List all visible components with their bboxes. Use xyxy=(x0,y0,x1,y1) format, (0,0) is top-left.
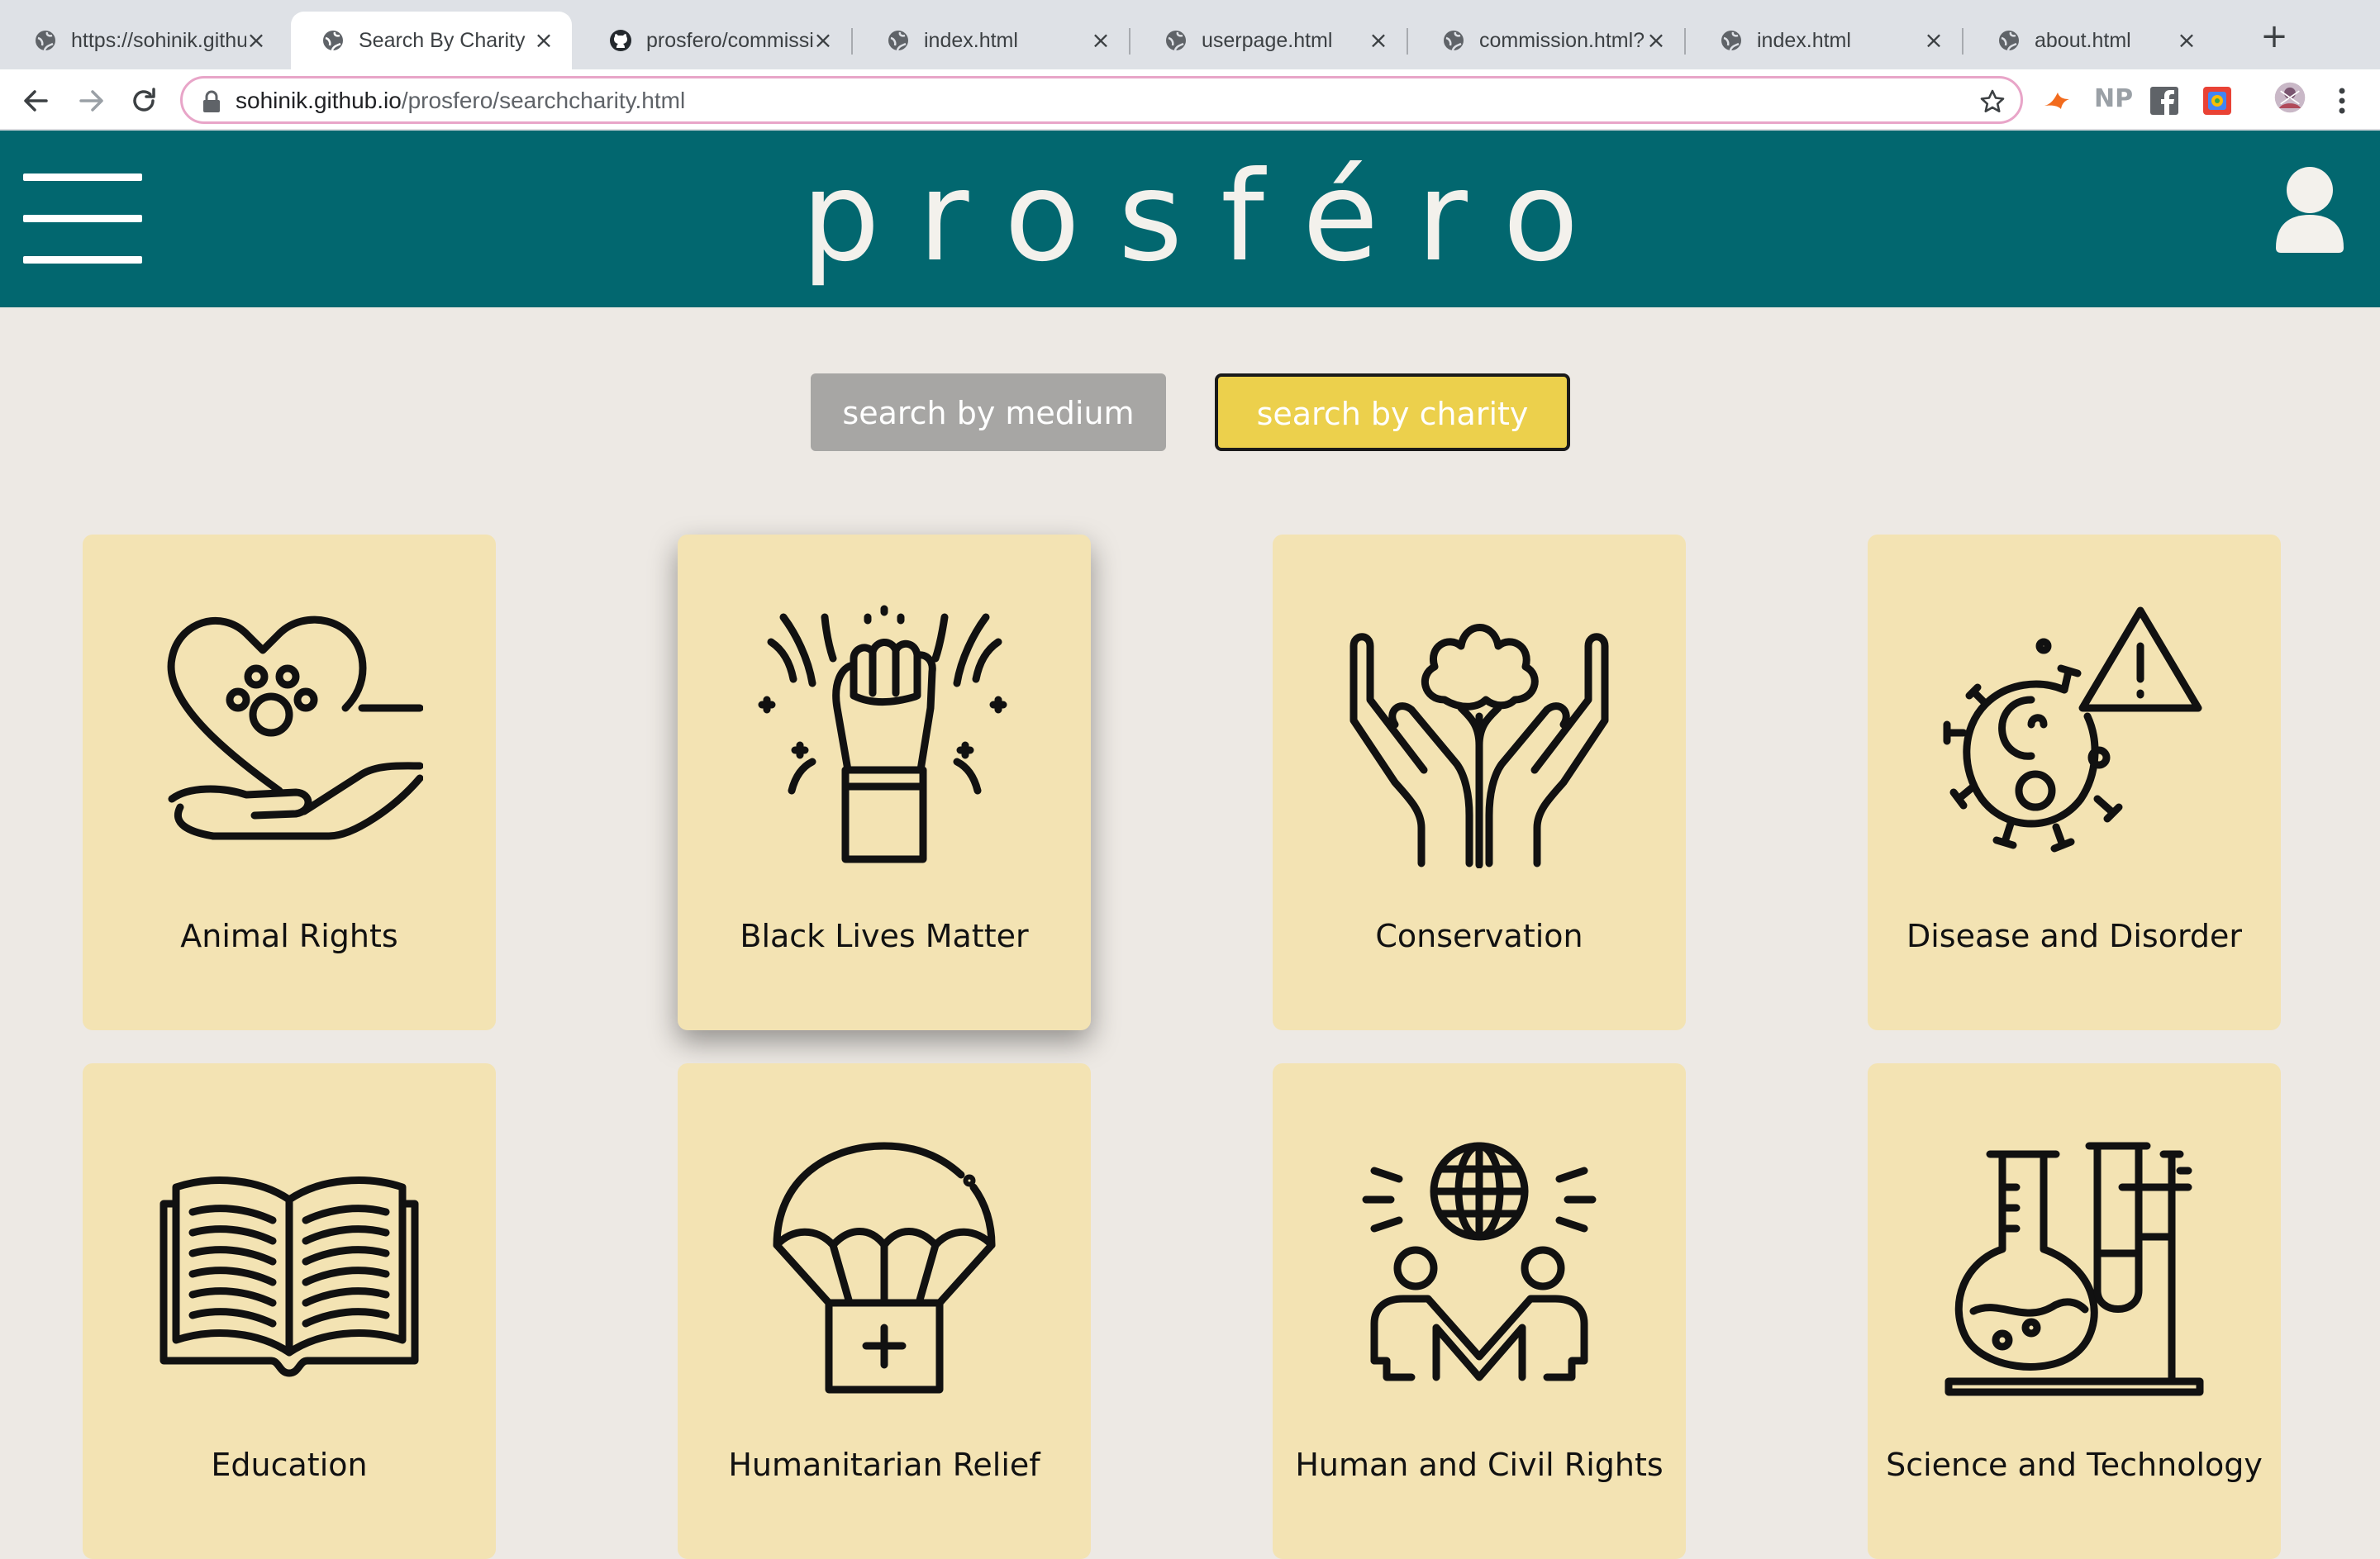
facebook-icon[interactable] xyxy=(2149,84,2180,117)
charity-label: Black Lives Matter xyxy=(740,918,1029,954)
tab-title: userpage.html xyxy=(1202,28,1333,52)
close-icon[interactable]: × xyxy=(2177,29,2197,52)
charity-card-education[interactable]: Education xyxy=(83,1063,496,1559)
close-icon[interactable]: × xyxy=(1924,29,1944,52)
bird-extension-icon[interactable] xyxy=(2041,84,2074,117)
globe-icon xyxy=(888,31,908,51)
tab-title: commission.html? xyxy=(1479,28,1645,52)
browser-tab-1[interactable]: https://sohinik.github.io × xyxy=(3,12,284,69)
flask-test-tube-icon xyxy=(1944,1142,2204,1396)
search-by-medium-button[interactable]: search by medium xyxy=(811,373,1166,451)
browser-tab-3[interactable]: prosfero/commission × xyxy=(578,12,851,69)
close-icon[interactable]: × xyxy=(1368,29,1388,52)
charity-label: Human and Civil Rights xyxy=(1295,1447,1664,1483)
globe-icon xyxy=(1721,31,1741,51)
tab-title: prosfero/commission xyxy=(646,28,813,52)
browser-tab-5[interactable]: userpage.html × xyxy=(1134,12,1407,69)
bookmark-star-icon[interactable] xyxy=(1979,88,2006,115)
close-icon[interactable]: × xyxy=(1091,29,1111,52)
globe-icon xyxy=(1166,31,1186,51)
tab-title: about.html xyxy=(2035,28,2131,52)
charity-label: Conservation xyxy=(1375,918,1583,954)
globe-icon xyxy=(36,31,55,51)
people-globe-icon xyxy=(1362,1142,1597,1381)
forward-arrow-icon[interactable] xyxy=(73,83,109,119)
charity-card-science-and-technology[interactable]: Science and Technology xyxy=(1868,1063,2281,1559)
tab-separator xyxy=(1684,28,1686,55)
tab-separator xyxy=(1129,28,1130,55)
new-tab-button[interactable]: + xyxy=(2258,20,2291,55)
heart-paw-hand-icon xyxy=(167,616,423,840)
close-icon[interactable]: × xyxy=(246,29,266,52)
browser-tab-7[interactable]: index.html × xyxy=(1689,12,1962,69)
more-menu-icon[interactable] xyxy=(2332,84,2352,117)
charity-card-human-and-civil-rights[interactable]: Human and Civil Rights xyxy=(1273,1063,1686,1559)
browser-toolbar: sohinik.github.io/prosfero/searchcharity… xyxy=(0,69,2380,131)
search-by-charity-button[interactable]: search by charity xyxy=(1215,373,1570,451)
browser-tab-8[interactable]: about.html × xyxy=(1967,12,2215,69)
site-header: prosféro xyxy=(0,131,2380,307)
charity-label: Disease and Disorder xyxy=(1906,918,2243,954)
globe-icon xyxy=(1444,31,1464,51)
charity-card-black-lives-matter[interactable]: Black Lives Matter xyxy=(678,535,1091,1030)
github-icon xyxy=(610,30,631,51)
tab-title: index.html xyxy=(1757,28,1851,52)
hands-tree-icon xyxy=(1349,624,1609,868)
charity-card-disease-and-disorder[interactable]: Disease and Disorder xyxy=(1868,535,2281,1030)
tab-separator xyxy=(1407,28,1408,55)
raised-fist-icon xyxy=(758,605,1007,863)
close-icon[interactable]: × xyxy=(534,29,554,52)
globe-icon xyxy=(1999,31,2019,51)
charity-card-animal-rights[interactable]: Animal Rights xyxy=(83,535,496,1030)
url-text: sohinik.github.io/prosfero/searchcharity… xyxy=(236,88,685,114)
np-extension-icon[interactable]: NP xyxy=(2094,83,2133,116)
charity-card-conservation[interactable]: Conservation xyxy=(1273,535,1686,1030)
browser-tab-2[interactable]: Search By Charity × xyxy=(291,12,572,69)
tab-separator xyxy=(1962,28,1963,55)
open-book-icon xyxy=(159,1176,419,1377)
charity-card-humanitarian-relief[interactable]: Humanitarian Relief xyxy=(678,1063,1091,1559)
browser-tab-4[interactable]: index.html × xyxy=(856,12,1129,69)
tab-title: Search By Charity xyxy=(359,28,526,52)
url-host: sohinik.github.io xyxy=(236,88,402,113)
address-bar[interactable]: sohinik.github.io/prosfero/searchcharity… xyxy=(180,76,2023,124)
browser-tab-strip: https://sohinik.github.io × Search By Ch… xyxy=(0,0,2380,69)
url-path: /prosfero/searchcharity.html xyxy=(401,88,686,113)
charity-label: Science and Technology xyxy=(1886,1447,2263,1483)
back-arrow-icon[interactable] xyxy=(18,83,55,119)
tab-separator xyxy=(851,28,853,55)
aid-parachute-icon xyxy=(773,1142,996,1394)
virus-warning-icon xyxy=(1943,606,2202,853)
browser-tab-6[interactable]: commission.html? × xyxy=(1411,12,1684,69)
reload-icon[interactable] xyxy=(126,83,162,119)
profile-avatar-icon[interactable] xyxy=(2271,81,2309,114)
site-logo[interactable]: prosféro xyxy=(0,147,2380,288)
close-icon[interactable]: × xyxy=(813,29,833,52)
charity-label: Humanitarian Relief xyxy=(728,1447,1040,1483)
charity-label: Education xyxy=(211,1447,368,1483)
close-icon[interactable]: × xyxy=(1646,29,1666,52)
user-account-icon[interactable] xyxy=(2274,165,2345,253)
globe-icon xyxy=(323,31,343,51)
colorful-extension-icon[interactable] xyxy=(2202,84,2233,117)
tab-title: https://sohinik.github.io xyxy=(71,28,246,52)
charity-label: Animal Rights xyxy=(180,918,398,954)
tab-title: index.html xyxy=(924,28,1018,52)
lock-icon[interactable] xyxy=(201,90,222,113)
